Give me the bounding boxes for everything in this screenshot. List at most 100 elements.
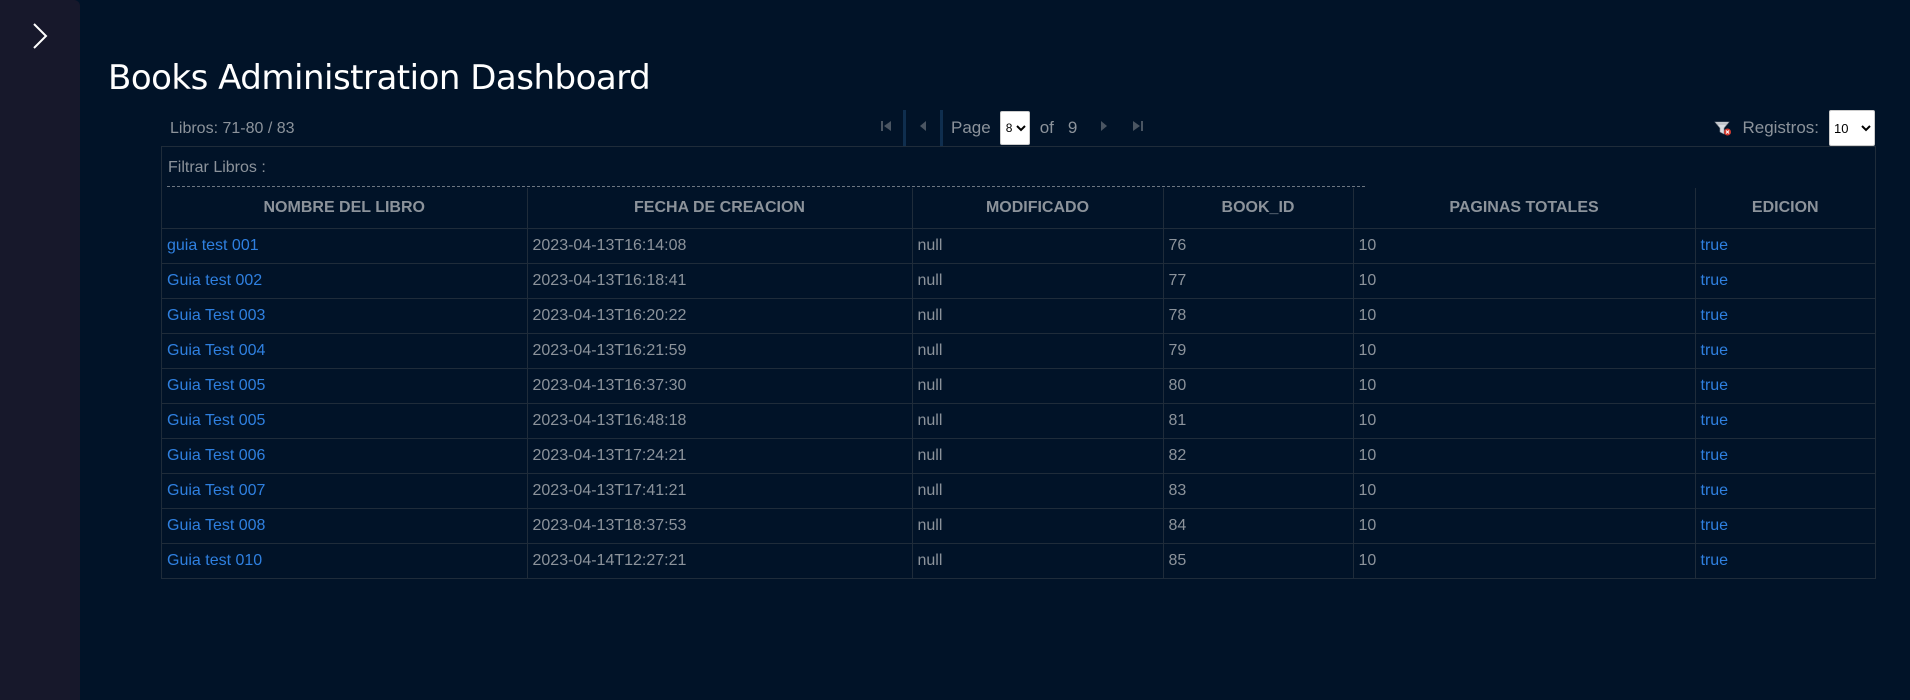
prev-page-icon: [918, 119, 928, 137]
created-cell: 2023-04-13T16:48:18: [527, 403, 913, 439]
pages-cell: 10: [1353, 263, 1696, 299]
created-cell: 2023-04-13T16:18:41: [527, 263, 913, 299]
book-name-link[interactable]: Guia Test 005: [167, 377, 265, 394]
created-cell: 2023-04-13T18:37:53: [527, 508, 913, 544]
pages-cell: 10: [1353, 403, 1696, 439]
sidebar: [0, 0, 80, 700]
first-page-button[interactable]: [869, 110, 906, 146]
pages-cell: 10: [1353, 508, 1696, 544]
book-name-link[interactable]: Guia Test 003: [167, 307, 265, 324]
table-row: Guia Test 003 2023-04-13T16:20:22 null 7…: [162, 298, 1875, 334]
page-select[interactable]: 8: [999, 111, 1030, 145]
table-row: Guia test 002 2023-04-13T16:18:41 null 7…: [162, 263, 1875, 299]
of-label: of: [1039, 118, 1054, 137]
created-cell: 2023-04-13T17:41:21: [527, 473, 913, 509]
created-cell: 2023-04-13T16:20:22: [527, 298, 913, 334]
expand-sidebar-button[interactable]: [25, 22, 55, 54]
book-id-cell: 78: [1163, 298, 1354, 334]
edition-link[interactable]: true: [1701, 377, 1729, 394]
modified-cell: null: [912, 508, 1164, 544]
filter-books-input[interactable]: Filtrar Libros :: [168, 159, 266, 177]
modified-cell: null: [912, 228, 1164, 264]
modified-cell: null: [912, 473, 1164, 509]
column-header-modified[interactable]: MODIFICADO: [912, 188, 1164, 229]
edition-link[interactable]: true: [1701, 447, 1729, 464]
modified-cell: null: [912, 333, 1164, 369]
filter-row: Filtrar Libros :: [162, 147, 1875, 188]
total-pages: 9: [1067, 118, 1078, 137]
book-name-link[interactable]: Guia test 010: [167, 552, 262, 569]
book-id-cell: 85: [1163, 543, 1354, 578]
grid-toolbar: Libros: 71-80 / 83 Page 8 of 9 Registros…: [161, 110, 1875, 146]
table-row: Guia test 010 2023-04-14T12:27:21 null 8…: [162, 543, 1875, 578]
book-id-cell: 83: [1163, 473, 1354, 509]
book-id-cell: 81: [1163, 403, 1354, 439]
records-label: Registros:: [1742, 118, 1819, 137]
first-page-icon: [880, 119, 892, 137]
column-header-created[interactable]: FECHA DE CREACION: [527, 188, 913, 229]
table-row: Guia Test 007 2023-04-13T17:41:21 null 8…: [162, 473, 1875, 509]
edition-link[interactable]: true: [1701, 482, 1729, 499]
clear-filter-icon[interactable]: [1714, 120, 1732, 136]
chevron-right-icon: [31, 21, 49, 56]
next-page-icon: [1099, 119, 1109, 137]
last-page-icon: [1132, 119, 1144, 137]
edition-link[interactable]: true: [1701, 237, 1729, 254]
modified-cell: null: [912, 263, 1164, 299]
pages-cell: 10: [1353, 333, 1696, 369]
book-id-cell: 76: [1163, 228, 1354, 264]
column-header-pages[interactable]: PAGINAS TOTALES: [1353, 188, 1696, 229]
pages-cell: 10: [1353, 298, 1696, 334]
modified-cell: null: [912, 543, 1164, 578]
book-name-link[interactable]: Guia Test 006: [167, 447, 265, 464]
created-cell: 2023-04-13T16:21:59: [527, 333, 913, 369]
created-cell: 2023-04-13T17:24:21: [527, 438, 913, 474]
records-count: Libros: 71-80 / 83: [170, 120, 295, 137]
records-tools: Registros: 10: [1714, 110, 1875, 146]
edition-link[interactable]: true: [1701, 272, 1729, 289]
pages-cell: 10: [1353, 438, 1696, 474]
created-cell: 2023-04-13T16:14:08: [527, 228, 913, 264]
book-name-link[interactable]: Guia Test 007: [167, 482, 265, 499]
modified-cell: null: [912, 438, 1164, 474]
book-name-link[interactable]: Guia Test 004: [167, 342, 265, 359]
edition-link[interactable]: true: [1701, 412, 1729, 429]
modified-cell: null: [912, 403, 1164, 439]
edition-link[interactable]: true: [1701, 307, 1729, 324]
modified-cell: null: [912, 298, 1164, 334]
modified-cell: null: [912, 368, 1164, 404]
table-row: Guia Test 004 2023-04-13T16:21:59 null 7…: [162, 333, 1875, 369]
pages-cell: 10: [1353, 543, 1696, 578]
book-name-link[interactable]: Guia Test 008: [167, 517, 265, 534]
pager: Page 8 of 9: [869, 110, 1155, 146]
created-cell: 2023-04-13T16:37:30: [527, 368, 913, 404]
book-id-cell: 79: [1163, 333, 1354, 369]
book-name-link[interactable]: Guia test 002: [167, 272, 262, 289]
table-row: Guia Test 005 2023-04-13T16:48:18 null 8…: [162, 403, 1875, 439]
book-name-link[interactable]: Guia Test 005: [167, 412, 265, 429]
pages-cell: 10: [1353, 368, 1696, 404]
table-row: Guia Test 006 2023-04-13T17:24:21 null 8…: [162, 438, 1875, 474]
table-row: Guia Test 008 2023-04-13T18:37:53 null 8…: [162, 508, 1875, 544]
edition-link[interactable]: true: [1701, 552, 1729, 569]
books-grid: Filtrar Libros : NOMBRE DEL LIBRO FECHA …: [161, 146, 1876, 579]
next-page-button[interactable]: [1087, 110, 1121, 146]
column-header-name[interactable]: NOMBRE DEL LIBRO: [162, 188, 528, 229]
filter-underline: [167, 186, 1365, 187]
created-cell: 2023-04-14T12:27:21: [527, 543, 913, 578]
column-header-book-id[interactable]: BOOK_ID: [1163, 188, 1354, 229]
book-id-cell: 84: [1163, 508, 1354, 544]
prev-page-button[interactable]: [906, 110, 943, 146]
last-page-button[interactable]: [1121, 110, 1155, 146]
book-name-link[interactable]: guia test 001: [167, 237, 259, 254]
edition-link[interactable]: true: [1701, 517, 1729, 534]
page-title: Books Administration Dashboard: [108, 58, 651, 98]
book-id-cell: 80: [1163, 368, 1354, 404]
column-header-edition[interactable]: EDICION: [1695, 188, 1875, 229]
page-label: Page: [951, 118, 991, 137]
records-per-page-select[interactable]: 10: [1829, 110, 1875, 146]
edition-link[interactable]: true: [1701, 342, 1729, 359]
book-id-cell: 82: [1163, 438, 1354, 474]
book-id-cell: 77: [1163, 263, 1354, 299]
pages-cell: 10: [1353, 473, 1696, 509]
